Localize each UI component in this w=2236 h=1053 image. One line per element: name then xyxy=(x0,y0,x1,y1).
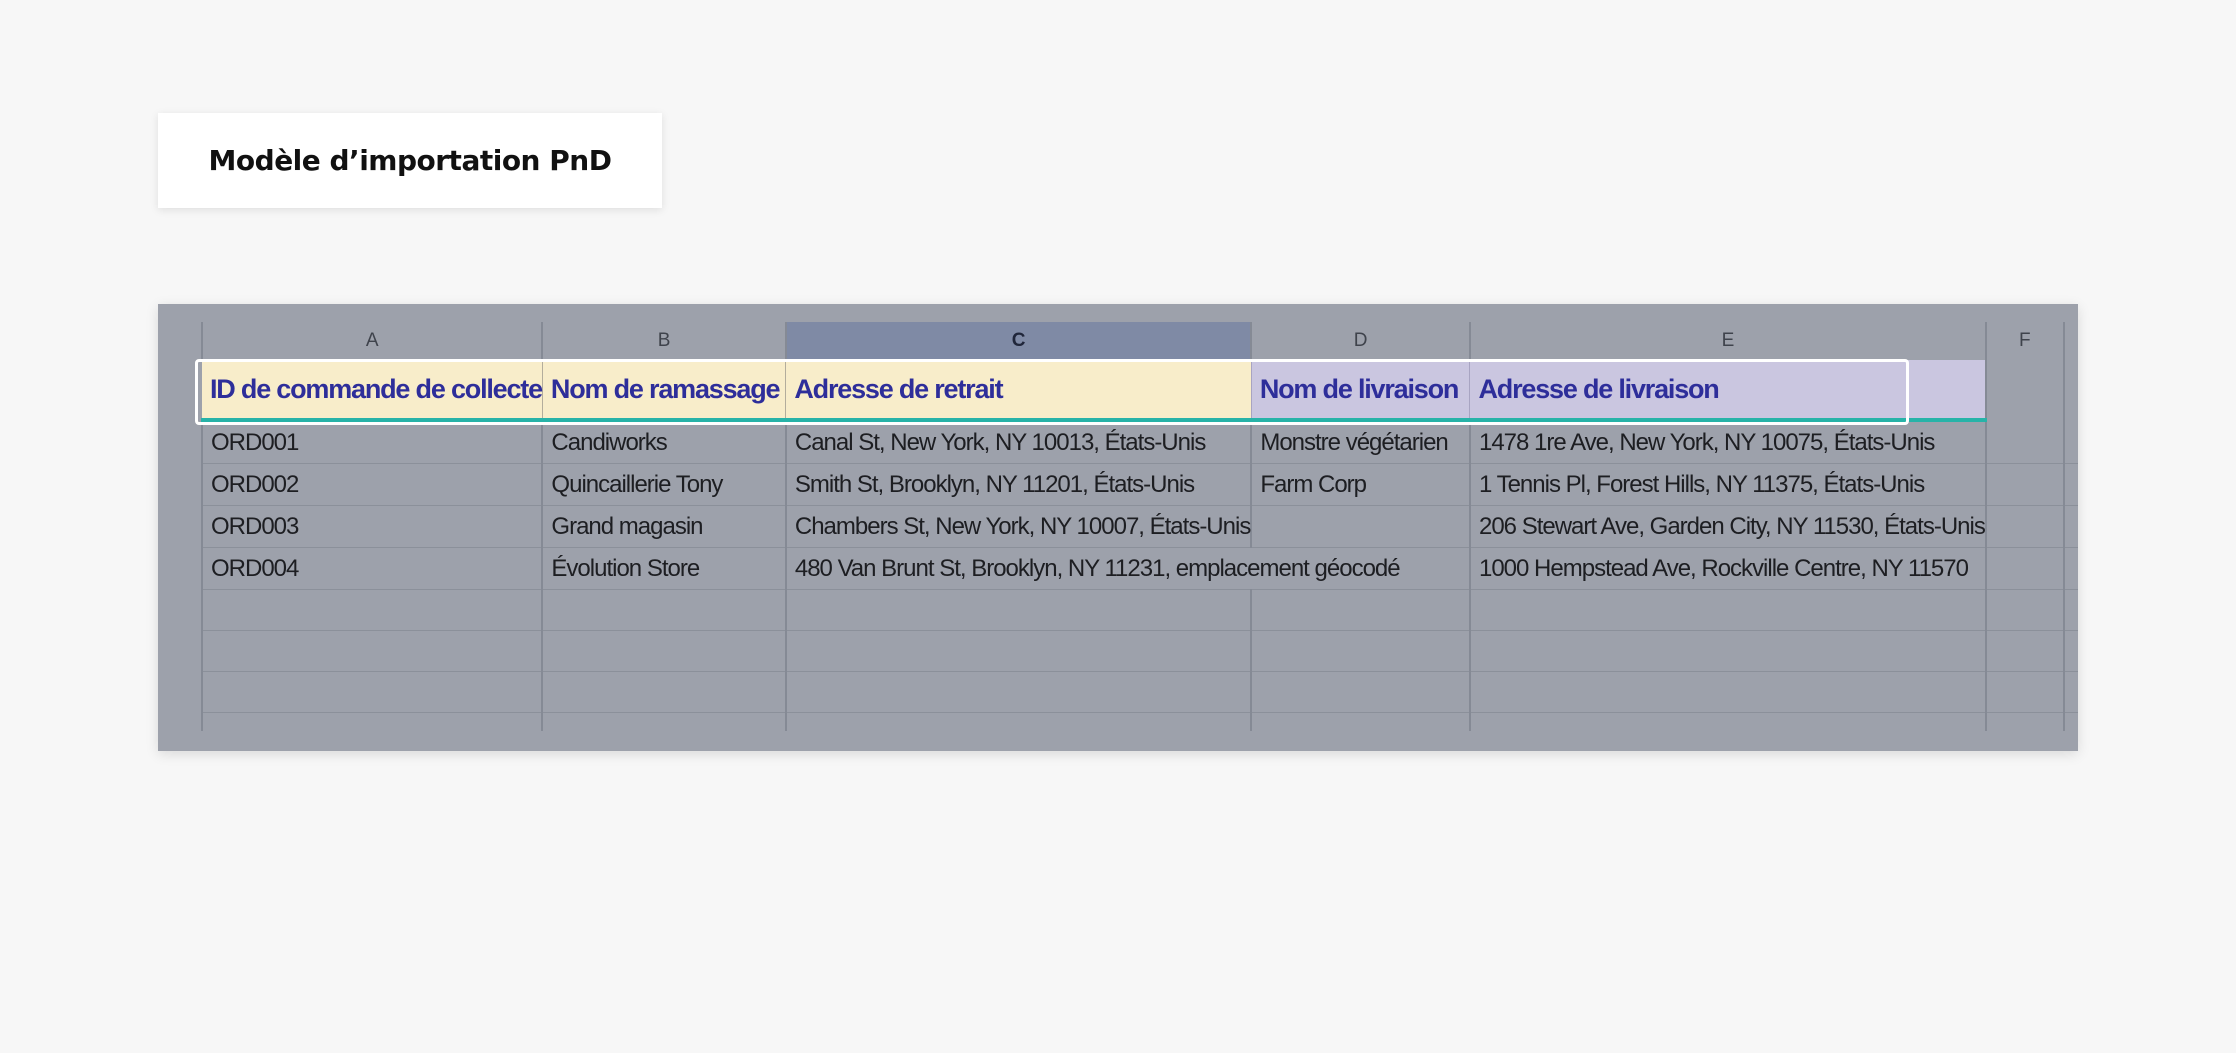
empty-cell[interactable] xyxy=(784,712,1252,731)
empty-cell[interactable] xyxy=(784,589,1252,631)
grid-spacer xyxy=(2064,322,2078,360)
grid-spacer xyxy=(2063,547,2078,590)
grid-spacer xyxy=(2063,630,2078,672)
grid-spacer xyxy=(2063,589,2078,631)
empty-cell[interactable] xyxy=(1468,671,1986,713)
cell-d3[interactable]: Farm Corp xyxy=(1250,463,1470,506)
empty-cell[interactable] xyxy=(200,671,543,713)
empty-cell[interactable] xyxy=(541,589,786,631)
cell-b4[interactable]: Grand magasin xyxy=(541,505,786,548)
cell-f4[interactable] xyxy=(1984,505,2065,548)
cell-c4[interactable]: Chambers St, New York, NY 10007, États-U… xyxy=(784,505,1251,548)
header-delivery-address[interactable]: Adresse de livraison xyxy=(1469,360,1986,422)
grid-spacer xyxy=(2063,463,2078,506)
grid-spacer xyxy=(2064,360,2078,420)
header-delivery-name[interactable]: Nom de livraison xyxy=(1250,360,1470,422)
header-row: ID de commande de collecte Nom de ramass… xyxy=(202,360,2078,422)
empty-cell[interactable] xyxy=(1468,589,1986,631)
empty-cell[interactable] xyxy=(200,712,543,731)
cell-d2[interactable]: Monstre végétarien xyxy=(1250,420,1470,464)
cell-f3[interactable] xyxy=(1984,463,2065,506)
cell-f2[interactable] xyxy=(1984,420,2065,464)
empty-cell[interactable] xyxy=(200,630,543,672)
header-pickup-address[interactable]: Adresse de retrait xyxy=(785,360,1252,422)
cell-b2[interactable]: Candiworks xyxy=(541,420,786,464)
grid-spacer xyxy=(2063,671,2078,713)
cell-d4[interactable] xyxy=(1250,505,1470,548)
empty-cell[interactable] xyxy=(1984,671,2065,713)
empty-cell[interactable] xyxy=(1250,630,1470,672)
empty-cell[interactable] xyxy=(541,712,786,731)
empty-cell[interactable] xyxy=(200,589,543,631)
table-row xyxy=(200,671,2078,713)
table-row: ORD001 Candiworks Canal St, New York, NY… xyxy=(200,420,2078,464)
cell-a4[interactable]: ORD003 xyxy=(200,505,543,548)
header-empty-f[interactable] xyxy=(1984,360,2065,420)
column-header-c[interactable]: C xyxy=(784,322,1252,360)
empty-cell[interactable] xyxy=(1250,712,1470,731)
header-pickup-name[interactable]: Nom de ramassage xyxy=(541,360,786,422)
spreadsheet-preview: A B C D E F ID de commande de collecte N… xyxy=(158,304,2078,751)
column-header-b[interactable]: B xyxy=(541,322,786,360)
table-row xyxy=(200,712,2078,732)
cell-c5[interactable]: 480 Van Brunt St, Brooklyn, NY 11231, em… xyxy=(784,547,1470,590)
column-header-d[interactable]: D xyxy=(1250,322,1470,360)
grid-spacer xyxy=(2064,713,2078,732)
table-row xyxy=(200,589,2078,631)
cell-e4[interactable]: 206 Stewart Ave, Garden City, NY 11530, … xyxy=(1468,505,1986,548)
column-header-e[interactable]: E xyxy=(1468,322,1986,360)
header-pickup-order-id[interactable]: ID de commande de collecte xyxy=(202,360,543,422)
empty-cell[interactable] xyxy=(541,671,786,713)
template-title: Modèle d’importation PnD xyxy=(208,144,612,177)
table-row: ORD002 Quincaillerie Tony Smith St, Broo… xyxy=(200,463,2078,506)
cell-f5[interactable] xyxy=(1984,547,2065,590)
table-row: ORD003 Grand magasin Chambers St, New Yo… xyxy=(200,505,2078,548)
empty-cell[interactable] xyxy=(784,671,1252,713)
table-row xyxy=(200,630,2078,672)
cell-a2[interactable]: ORD001 xyxy=(200,420,543,464)
grid-spacer xyxy=(2063,420,2078,464)
empty-cell[interactable] xyxy=(1984,630,2065,672)
empty-cell[interactable] xyxy=(1250,589,1470,631)
cell-a3[interactable]: ORD002 xyxy=(200,463,543,506)
empty-cell[interactable] xyxy=(541,630,786,672)
table-row: ORD004 Évolution Store 480 Van Brunt St,… xyxy=(200,547,2078,590)
empty-cell[interactable] xyxy=(784,630,1252,672)
empty-cell[interactable] xyxy=(1468,630,1986,672)
empty-cell[interactable] xyxy=(1468,712,1986,731)
cell-a5[interactable]: ORD004 xyxy=(200,547,543,590)
grid-spacer xyxy=(2063,505,2078,548)
empty-cell[interactable] xyxy=(1250,671,1470,713)
template-title-card: Modèle d’importation PnD xyxy=(158,113,662,208)
empty-cell[interactable] xyxy=(1984,589,2065,631)
cell-e3[interactable]: 1 Tennis Pl, Forest Hills, NY 11375, Éta… xyxy=(1468,463,1986,506)
cell-b3[interactable]: Quincaillerie Tony xyxy=(541,463,786,506)
cell-e5[interactable]: 1000 Hempstead Ave, Rockville Centre, NY… xyxy=(1468,547,1986,590)
column-letters-row: A B C D E F xyxy=(200,322,2078,360)
cell-c3[interactable]: Smith St, Brooklyn, NY 11201, États-Unis xyxy=(784,463,1252,506)
column-header-a[interactable]: A xyxy=(200,322,543,360)
cell-c2[interactable]: Canal St, New York, NY 10013, États-Unis xyxy=(784,420,1252,464)
spreadsheet-grid: A B C D E F ID de commande de collecte N… xyxy=(200,322,2078,732)
cell-b5[interactable]: Évolution Store xyxy=(541,547,786,590)
cell-e2[interactable]: 1478 1re Ave, New York, NY 10075, États-… xyxy=(1468,420,1986,464)
empty-cell[interactable] xyxy=(1984,712,2065,731)
column-header-f[interactable]: F xyxy=(1984,322,2065,360)
